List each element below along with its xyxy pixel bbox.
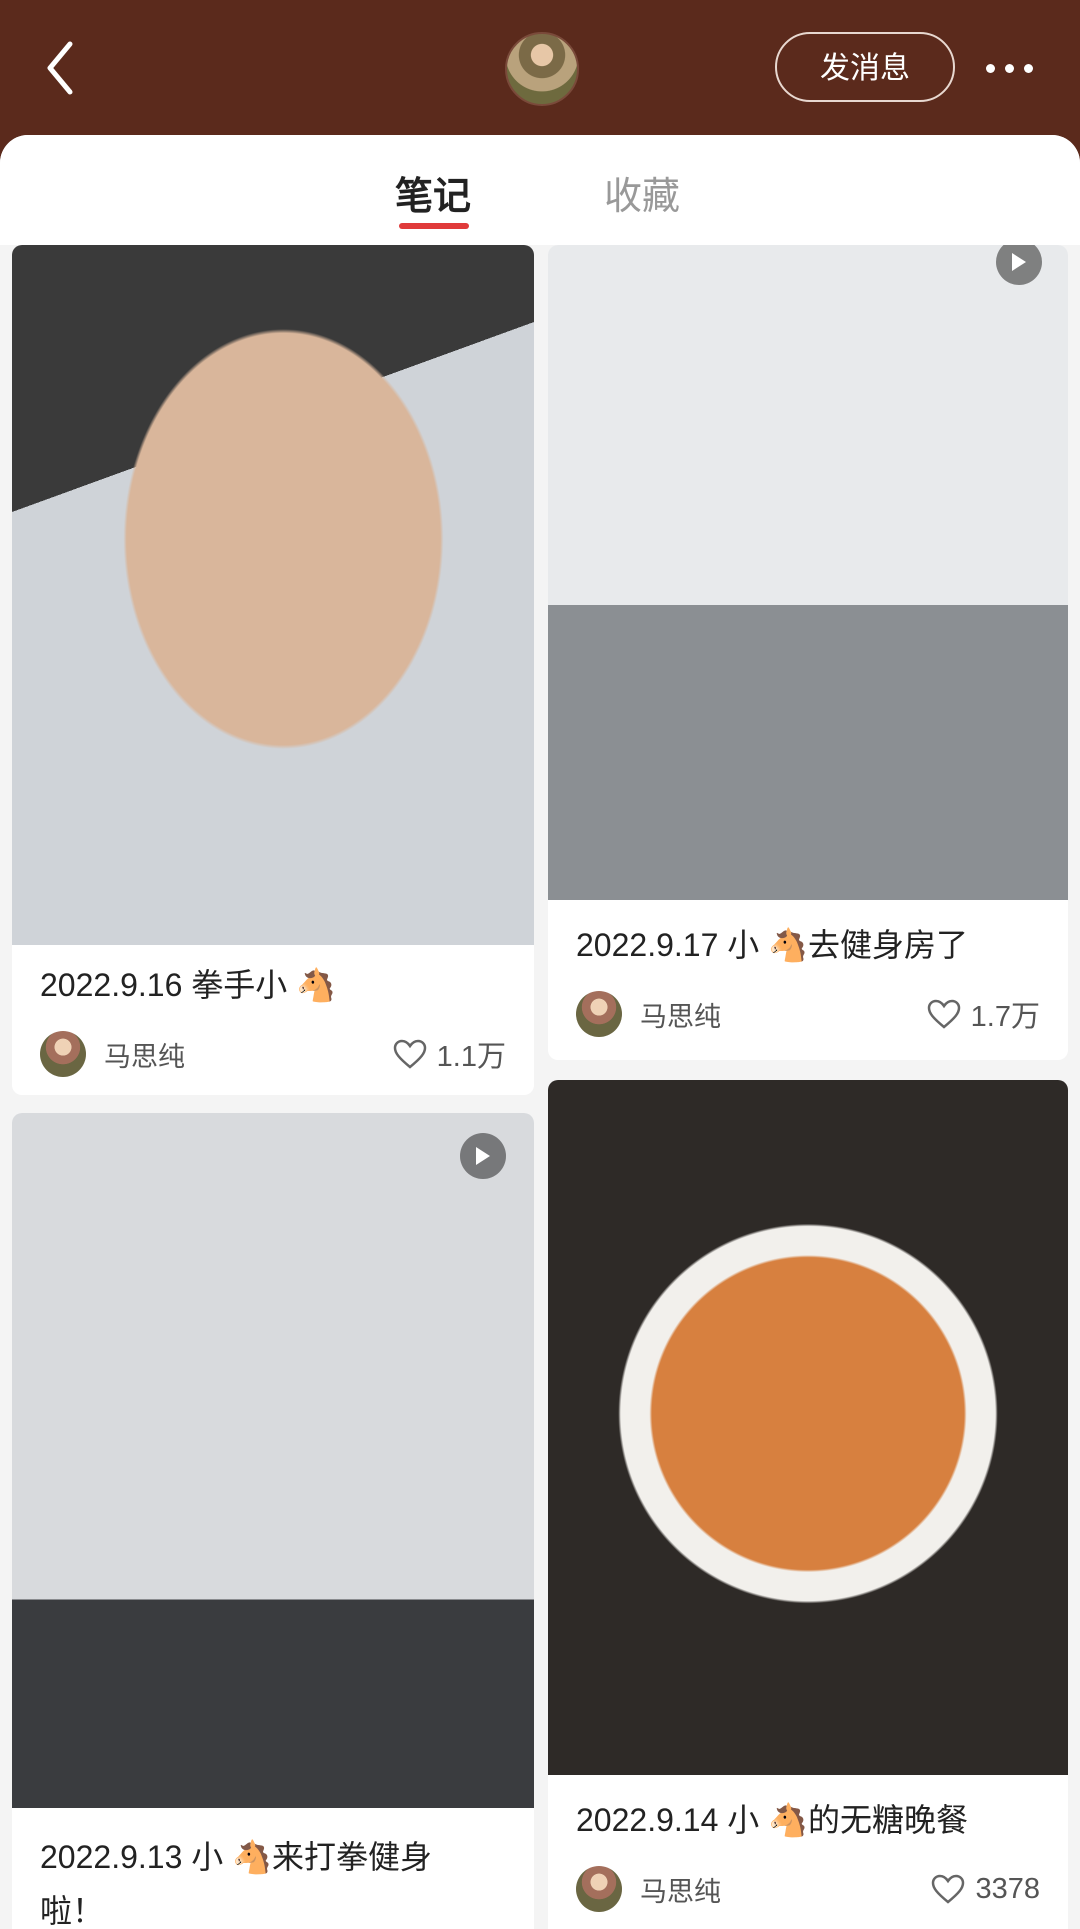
- avatar: [576, 1866, 622, 1912]
- note-author[interactable]: 马思纯: [576, 1865, 721, 1913]
- note-cover-image: [12, 1113, 534, 1808]
- note-card[interactable]: 2022.9.17 小 🐴去健身房了 马思纯 1.7万: [548, 245, 1068, 1060]
- note-author[interactable]: 马思纯: [576, 990, 721, 1038]
- note-author[interactable]: 马思纯: [40, 1030, 185, 1078]
- send-message-button[interactable]: 发消息: [775, 32, 955, 102]
- more-dots-icon[interactable]: [984, 58, 1036, 78]
- note-cover-image: [548, 245, 1068, 900]
- avatar: [40, 1031, 86, 1077]
- like-count: 1.7万: [970, 1001, 1040, 1033]
- note-card[interactable]: 2022.9.13 小 🐴来打拳健身 啦！: [12, 1113, 534, 1929]
- play-icon: [460, 1133, 506, 1179]
- note-title: 2022.9.14 小 🐴的无糖晚餐: [576, 1802, 968, 1838]
- tab-favorites[interactable]: 收藏: [604, 165, 680, 220]
- author-name: 马思纯: [640, 1876, 721, 1907]
- active-tab-indicator: [399, 223, 469, 229]
- content-sheet: 笔记 收藏 2022.9.16 拳手小 🐴 马思纯 1.1万 2022.9.17…: [0, 135, 1080, 1929]
- tab-bar: 笔记 收藏: [0, 135, 1080, 245]
- like-count: 3378: [975, 1872, 1040, 1905]
- heart-icon: [927, 999, 960, 1029]
- heart-icon: [932, 1874, 965, 1904]
- profile-avatar[interactable]: [505, 32, 579, 106]
- like-button[interactable]: 1.1万: [393, 1030, 506, 1078]
- note-cover-image: [12, 245, 534, 945]
- like-count: 1.1万: [436, 1041, 506, 1073]
- like-button[interactable]: 3378: [931, 1865, 1040, 1913]
- note-title-line: 2022.9.13 小 🐴来打拳健身: [40, 1839, 432, 1875]
- chevron-left-icon[interactable]: [40, 38, 84, 98]
- note-title-line: 啦！: [40, 1893, 105, 1929]
- author-name: 马思纯: [104, 1041, 185, 1072]
- note-card[interactable]: 2022.9.14 小 🐴的无糖晚餐 马思纯 3378: [548, 1080, 1068, 1929]
- like-button[interactable]: 1.7万: [927, 990, 1040, 1038]
- tab-notes[interactable]: 笔记: [395, 165, 471, 220]
- heart-icon: [393, 1039, 426, 1069]
- note-title: 2022.9.13 小 🐴来打拳健身 啦！: [40, 1830, 432, 1929]
- author-name: 马思纯: [640, 1001, 721, 1032]
- avatar: [576, 991, 622, 1037]
- note-title: 2022.9.17 小 🐴去健身房了: [576, 927, 968, 963]
- note-cover-image: [548, 1080, 1068, 1775]
- top-bar: 发消息: [0, 0, 1080, 140]
- note-title: 2022.9.16 拳手小 🐴: [40, 967, 336, 1003]
- note-card[interactable]: 2022.9.16 拳手小 🐴 马思纯 1.1万: [12, 245, 534, 1095]
